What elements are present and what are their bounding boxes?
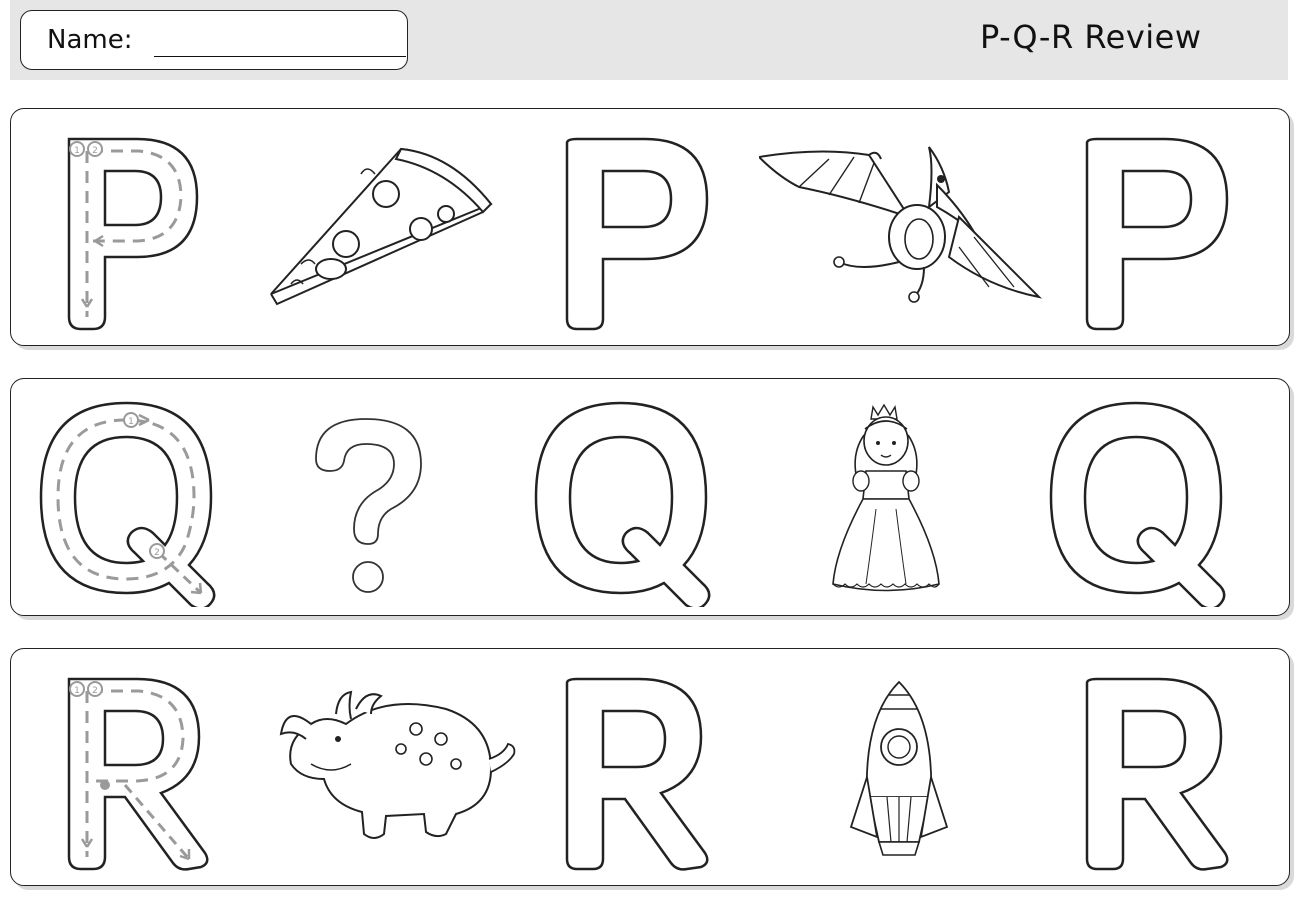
row-p: 1 2 bbox=[10, 108, 1290, 346]
traced-letter-p: 1 2 bbox=[67, 137, 199, 331]
trace-number-2: 2 bbox=[154, 548, 160, 558]
queen-icon bbox=[832, 403, 940, 592]
trace-number-2: 2 bbox=[92, 686, 98, 696]
name-box[interactable]: Name: bbox=[20, 10, 408, 70]
rhino-icon bbox=[279, 690, 516, 839]
trace-number-1: 1 bbox=[128, 417, 134, 427]
name-line[interactable] bbox=[154, 56, 406, 57]
outline-letter-q bbox=[1049, 401, 1226, 607]
trace-number-1: 1 bbox=[74, 686, 80, 696]
worksheet-title: P-Q-R Review bbox=[980, 18, 1202, 56]
trace-number-1: 1 bbox=[74, 146, 80, 156]
outline-letter-r bbox=[565, 677, 709, 871]
question-mark-icon bbox=[315, 418, 422, 593]
row-q: 1 2 bbox=[10, 378, 1290, 616]
name-label: Name: bbox=[47, 25, 133, 55]
traced-letter-q: 1 2 bbox=[39, 401, 216, 607]
pterodactyl-icon bbox=[759, 146, 1043, 303]
outline-letter-p bbox=[1085, 137, 1229, 331]
row-r: 1 2 bbox=[10, 648, 1290, 886]
outline-letter-p bbox=[565, 137, 709, 331]
traced-letter-r: 1 2 bbox=[67, 677, 209, 871]
trace-number-2: 2 bbox=[92, 146, 98, 156]
rocket-icon bbox=[849, 680, 949, 856]
pizza-slice-icon bbox=[270, 147, 493, 306]
outline-letter-r bbox=[1085, 677, 1229, 871]
outline-letter-q bbox=[534, 401, 711, 607]
